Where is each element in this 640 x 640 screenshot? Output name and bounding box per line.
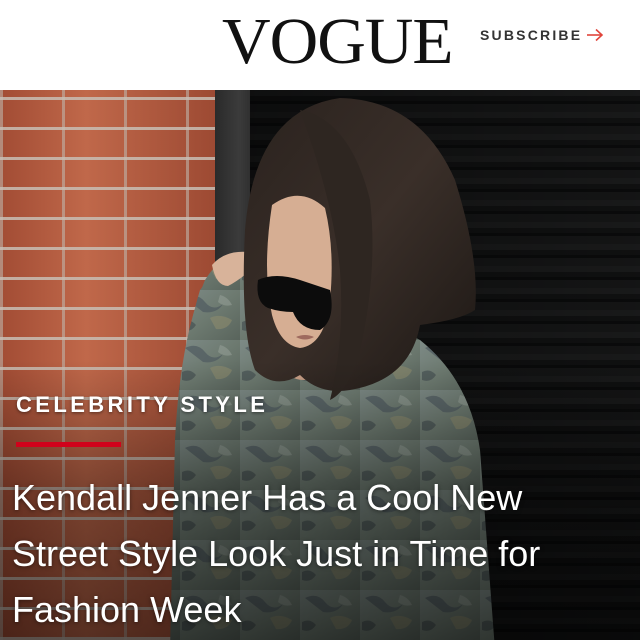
hero-image[interactable]: CELEBRITY STYLE Kendall Jenner Has a Coo… bbox=[0, 90, 640, 640]
subscribe-button[interactable]: SUBSCRIBE bbox=[480, 24, 604, 46]
site-header: VOGUE SUBSCRIBE bbox=[0, 0, 640, 90]
vogue-logo[interactable]: VOGUE bbox=[222, 2, 454, 82]
accent-divider bbox=[16, 442, 121, 447]
vogue-article-card: VOGUE SUBSCRIBE CELEBRITY STYLE Kendall … bbox=[0, 0, 640, 640]
article-headline[interactable]: Kendall Jenner Has a Cool New Street Sty… bbox=[12, 470, 622, 638]
subscribe-label: SUBSCRIBE bbox=[480, 27, 583, 43]
category-label[interactable]: CELEBRITY STYLE bbox=[16, 392, 268, 418]
arrow-right-icon bbox=[587, 28, 604, 42]
